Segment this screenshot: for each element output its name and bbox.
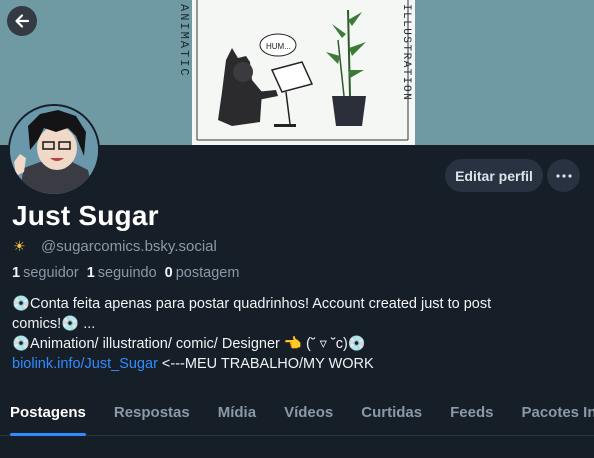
more-horizontal-icon	[555, 173, 572, 178]
followers-label: seguidor	[23, 265, 79, 281]
profile-bio: 💿Conta feita apenas para postar quadrinh…	[12, 294, 587, 374]
banner-left-text: ANIMATIC	[177, 4, 191, 78]
bio-line-2: comics!💿 ...	[12, 316, 96, 332]
more-options-button[interactable]	[547, 159, 580, 192]
followers-count: 1	[12, 265, 21, 281]
tab-videos[interactable]: Vídeos	[284, 396, 333, 436]
avatar-illustration	[10, 106, 98, 194]
handle[interactable]: @sugarcomics.bsky.social	[41, 238, 217, 255]
bio-line-1: 💿Conta feita apenas para postar quadrinh…	[12, 296, 492, 312]
arrow-left-icon	[15, 14, 30, 28]
banner-speech-text: HUM...	[266, 42, 291, 51]
posts-stat: 0 postagem	[165, 265, 240, 281]
following-label: seguindo	[97, 265, 157, 281]
tab-pacotes[interactable]: Pacotes Ini	[521, 396, 594, 436]
bio-line-4: biolink.info/Just_Sugar <---MEU TRABALHO…	[12, 354, 587, 374]
following-stat[interactable]: 1 seguindo	[87, 265, 157, 281]
posts-count: 0	[164, 265, 173, 281]
bio-link[interactable]: biolink.info/Just_Sugar	[12, 356, 158, 372]
tab-postagens[interactable]: Postagens	[10, 396, 86, 436]
tab-midia[interactable]: Mídia	[218, 396, 256, 436]
banner-right-text: ILLUSTRATION	[400, 4, 412, 101]
avatar[interactable]	[8, 104, 100, 196]
profile-tabs: Postagens Respostas Mídia Vídeos Curtida…	[0, 396, 594, 436]
posts-label: postagem	[175, 265, 240, 281]
tab-respostas[interactable]: Respostas	[114, 396, 190, 436]
edit-profile-button[interactable]: Editar perfil	[445, 159, 543, 192]
followers-stat[interactable]: 1 seguidor	[12, 265, 79, 281]
tab-feeds[interactable]: Feeds	[450, 396, 493, 436]
bio-line-3: 💿Animation/ illustration/ comic/ Designe…	[12, 336, 366, 352]
handle-row: ☀ @sugarcomics.bsky.social	[13, 238, 217, 255]
tab-curtidas[interactable]: Curtidas	[361, 396, 422, 436]
sun-icon: ☀	[13, 238, 26, 254]
bio-link-suffix: <---MEU TRABALHO/MY WORK	[157, 356, 374, 372]
profile-stats: 1 seguidor 1 seguindo 0 postagem	[12, 265, 239, 281]
back-button[interactable]	[7, 6, 37, 36]
display-name: Just Sugar	[12, 200, 159, 231]
following-count: 1	[86, 265, 95, 281]
